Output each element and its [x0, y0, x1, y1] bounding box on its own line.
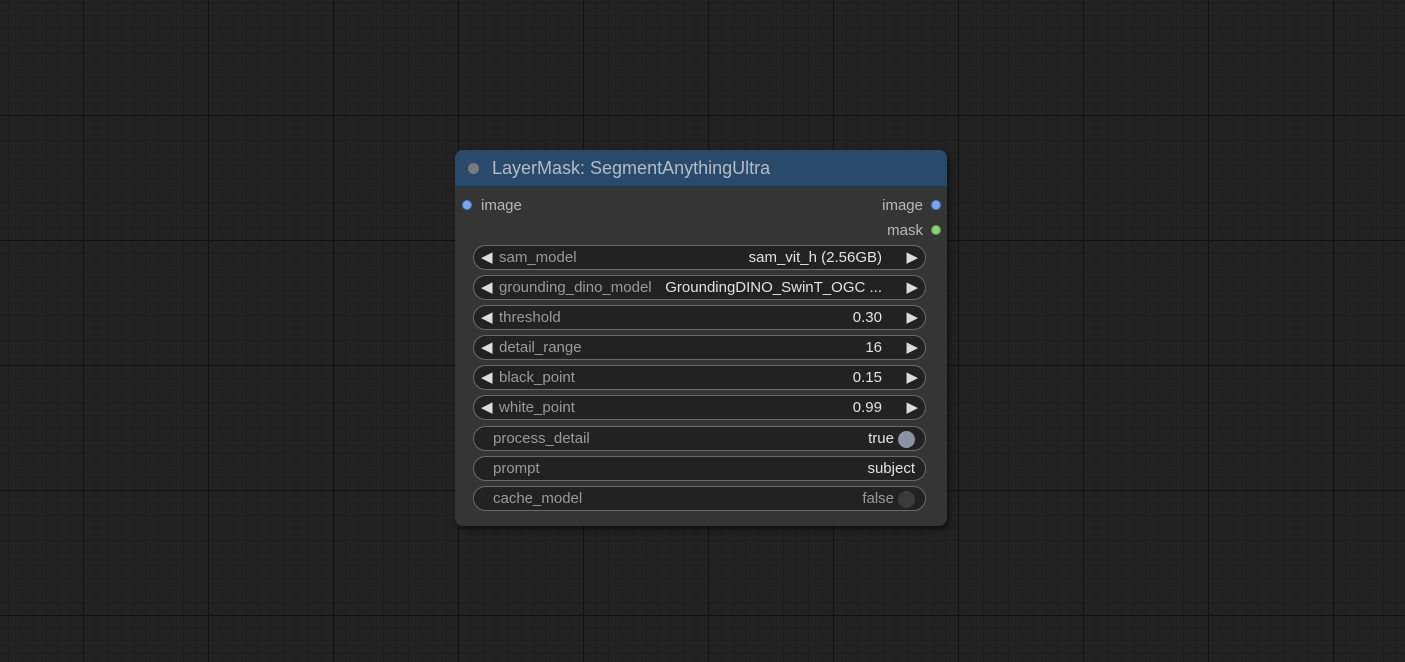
widget-process-detail[interactable]: process_detail true: [473, 426, 926, 451]
widget-label: cache_model: [493, 490, 583, 507]
decrement-arrow-icon[interactable]: ◀: [481, 398, 493, 417]
widget-value: 0.30: [852, 309, 882, 326]
node-title-bar[interactable]: LayerMask: SegmentAnythingUltra: [455, 150, 947, 187]
output-slot-image[interactable]: image: [882, 197, 941, 215]
increment-arrow-icon[interactable]: ▶: [906, 308, 918, 327]
widget-threshold[interactable]: ◀ threshold 0.30 ▶: [473, 305, 926, 330]
widget-value: 16: [865, 339, 882, 356]
widget-value: subject: [867, 460, 915, 477]
widget-label: prompt: [493, 460, 540, 477]
graph-canvas[interactable]: LayerMask: SegmentAnythingUltra image im…: [0, 0, 1405, 662]
widget-label: threshold: [499, 309, 561, 326]
decrement-arrow-icon[interactable]: ◀: [481, 308, 493, 327]
increment-arrow-icon[interactable]: ▶: [906, 338, 918, 357]
widget-label: sam_model: [499, 249, 577, 266]
widget-value: sam_vit_h (2.56GB): [748, 249, 882, 266]
widget-label: white_point: [499, 399, 575, 416]
output-slot-label: image: [882, 197, 923, 214]
toggle-on-icon[interactable]: [898, 431, 915, 448]
increment-arrow-icon[interactable]: ▶: [906, 368, 918, 387]
decrement-arrow-icon[interactable]: ◀: [481, 248, 493, 267]
output-slot-mask[interactable]: mask: [887, 222, 941, 240]
widget-prompt[interactable]: prompt subject: [473, 456, 926, 481]
widget-label: detail_range: [499, 339, 582, 356]
widget-grounding-dino-model[interactable]: ◀ grounding_dino_model GroundingDINO_Swi…: [473, 275, 926, 300]
node-title: LayerMask: SegmentAnythingUltra: [492, 158, 771, 178]
increment-arrow-icon[interactable]: ▶: [906, 248, 918, 267]
input-slot-image[interactable]: image: [462, 197, 522, 215]
widget-white-point[interactable]: ◀ white_point 0.99 ▶: [473, 395, 926, 420]
toggle-off-icon[interactable]: [898, 491, 915, 508]
input-connector-dot-icon[interactable]: [462, 199, 472, 210]
segment-anything-ultra-node[interactable]: LayerMask: SegmentAnythingUltra image im…: [455, 150, 947, 526]
output-connector-dot-icon[interactable]: [931, 199, 941, 210]
decrement-arrow-icon[interactable]: ◀: [481, 338, 493, 357]
output-connector-dot-icon[interactable]: [931, 224, 941, 235]
widget-sam-model[interactable]: ◀ sam_model sam_vit_h (2.56GB) ▶: [473, 245, 926, 270]
decrement-arrow-icon[interactable]: ◀: [481, 368, 493, 387]
output-slot-label: mask: [887, 222, 923, 239]
widget-value: 0.99: [852, 399, 882, 416]
widget-label: process_detail: [493, 430, 590, 447]
widget-cache-model[interactable]: cache_model false: [473, 486, 926, 511]
collapse-dot-icon[interactable]: [468, 163, 479, 174]
widget-value: GroundingDINO_SwinT_OGC ...: [665, 279, 882, 296]
increment-arrow-icon[interactable]: ▶: [906, 278, 918, 297]
widget-value: true: [868, 430, 894, 447]
widget-black-point[interactable]: ◀ black_point 0.15 ▶: [473, 365, 926, 390]
widget-value: false: [862, 490, 894, 507]
increment-arrow-icon[interactable]: ▶: [906, 398, 918, 417]
input-slot-label: image: [481, 197, 522, 214]
widget-detail-range[interactable]: ◀ detail_range 16 ▶: [473, 335, 926, 360]
widget-label: grounding_dino_model: [499, 279, 652, 296]
widget-label: black_point: [499, 369, 575, 386]
decrement-arrow-icon[interactable]: ◀: [481, 278, 493, 297]
widget-value: 0.15: [852, 369, 882, 386]
